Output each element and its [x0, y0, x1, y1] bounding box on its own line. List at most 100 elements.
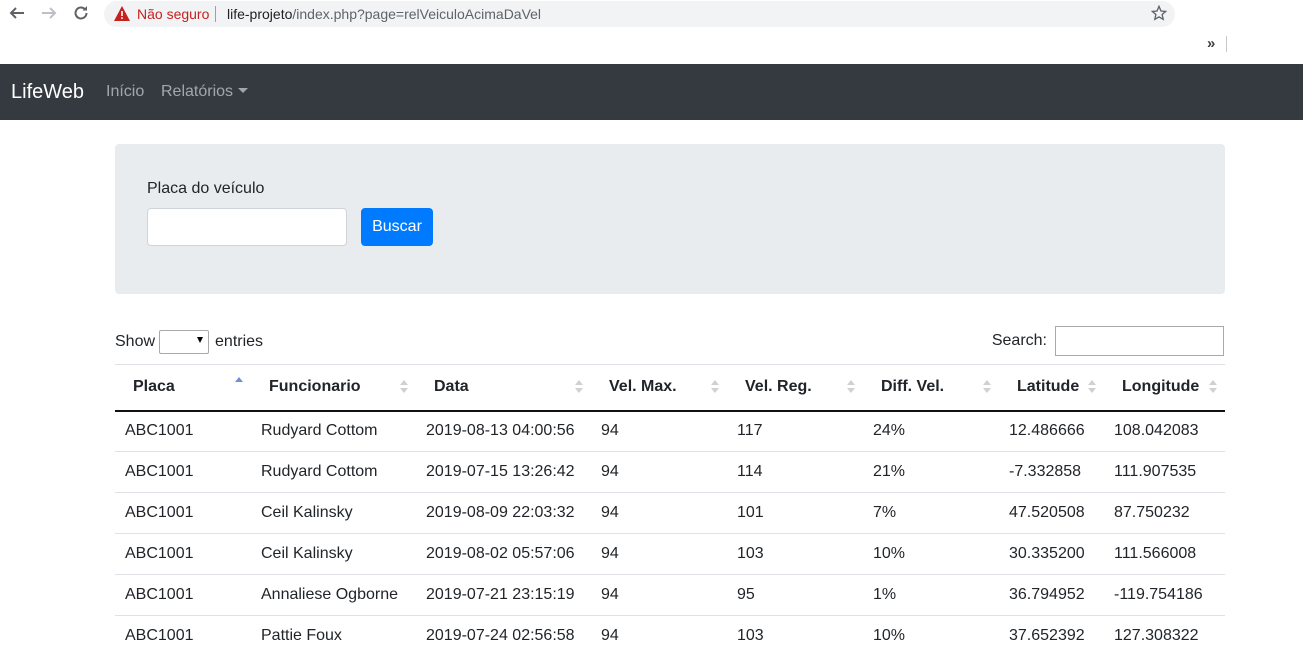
column-header-vel-max[interactable]: Vel. Max. [591, 364, 727, 412]
cell-data: 2019-08-02 05:57:06 [416, 533, 591, 575]
cell-longitude: 87.750232 [1104, 492, 1225, 534]
column-header-diff-vel[interactable]: Diff. Vel. [863, 364, 999, 412]
toolbar-divider [1226, 36, 1227, 52]
warning-icon [114, 6, 130, 26]
cell-latitude: 36.794952 [999, 574, 1104, 616]
cell-vel-max: 94 [591, 492, 727, 534]
cell-funcionario: Ceil Kalinsky [251, 492, 416, 534]
entries-label: entries [215, 333, 264, 350]
plate-label: Placa do veículo [147, 180, 265, 197]
cell-funcionario: Ceil Kalinsky [251, 533, 416, 575]
url-host: life-projeto [227, 6, 293, 22]
plate-input[interactable] [147, 208, 347, 246]
cell-vel-reg: 101 [727, 492, 863, 534]
cell-vel-reg: 117 [727, 410, 863, 452]
cell-latitude: -7.332858 [999, 451, 1104, 493]
cell-diff-vel: 10% [863, 533, 999, 575]
cell-placa: ABC1001 [115, 615, 251, 657]
sort-icon [1209, 380, 1217, 396]
sort-icon [575, 380, 583, 396]
cell-data: 2019-07-24 02:56:58 [416, 615, 591, 657]
cell-diff-vel: 10% [863, 615, 999, 657]
bookmark-star-icon[interactable] [1150, 4, 1168, 26]
cell-vel-max: 94 [591, 615, 727, 657]
table-row: ABC1001 Ceil Kalinsky 2019-08-02 05:57:0… [115, 533, 1225, 575]
browser-chrome: Não seguro life-projeto/index.php?page=r… [0, 0, 1303, 64]
cell-data: 2019-07-15 13:26:42 [416, 451, 591, 493]
insecure-label[interactable]: Não seguro [137, 6, 209, 22]
address-bar[interactable]: Não seguro life-projeto/index.php?page=r… [104, 1, 1175, 27]
sort-icon [983, 380, 991, 396]
table-row: ABC1001 Ceil Kalinsky 2019-08-09 22:03:3… [115, 492, 1225, 534]
back-arrow-icon[interactable] [7, 3, 27, 23]
results-table: Placa Funcionario Data Vel. Max. Vel. Re… [115, 364, 1225, 657]
cell-diff-vel: 7% [863, 492, 999, 534]
cell-vel-reg: 103 [727, 533, 863, 575]
nav-dropdown-label: Relatórios [161, 83, 234, 100]
column-header-funcionario[interactable]: Funcionario [251, 364, 416, 412]
sort-icon [847, 380, 855, 396]
cell-latitude: 12.486666 [999, 410, 1104, 452]
caret-down-icon [238, 88, 249, 93]
cell-vel-max: 94 [591, 533, 727, 575]
nav-dropdown-relatorios[interactable]: Relatórios [161, 83, 249, 101]
sort-icon [400, 380, 408, 396]
cell-placa: ABC1001 [115, 533, 251, 575]
cell-diff-vel: 1% [863, 574, 999, 616]
column-header-label: Placa [133, 378, 175, 396]
url-path: /index.php?page=relVeiculoAcimaDaVel [292, 6, 542, 22]
table-search-input[interactable] [1055, 326, 1224, 356]
cell-latitude: 47.520508 [999, 492, 1104, 534]
entries-length-control: Show entries [115, 330, 263, 354]
table-row: ABC1001 Pattie Foux 2019-07-24 02:56:58 … [115, 615, 1225, 657]
cell-vel-max: 94 [591, 410, 727, 452]
column-header-longitude[interactable]: Longitude [1104, 364, 1225, 412]
cell-vel-max: 94 [591, 574, 727, 616]
column-header-latitude[interactable]: Latitude [999, 364, 1104, 412]
cell-funcionario: Pattie Foux [251, 615, 416, 657]
cell-data: 2019-08-09 22:03:32 [416, 492, 591, 534]
cell-vel-reg: 114 [727, 451, 863, 493]
cell-data: 2019-08-13 04:00:56 [416, 410, 591, 452]
column-header-data[interactable]: Data [416, 364, 591, 412]
cell-longitude: 111.566008 [1104, 533, 1225, 575]
cell-funcionario: Rudyard Cottom [251, 410, 416, 452]
column-header-vel-reg[interactable]: Vel. Reg. [727, 364, 863, 412]
entries-select[interactable] [159, 330, 210, 354]
sort-icon [711, 380, 719, 396]
cell-longitude: 108.042083 [1104, 410, 1225, 452]
url-text[interactable]: life-projeto/index.php?page=relVeiculoAc… [227, 6, 541, 22]
column-header-placa[interactable]: Placa [115, 364, 251, 412]
table-row: ABC1001 Rudyard Cottom 2019-08-13 04:00:… [115, 410, 1225, 452]
search-button[interactable]: Buscar [361, 208, 433, 246]
cell-data: 2019-07-21 23:15:19 [416, 574, 591, 616]
table-row: ABC1001 Annaliese Ogborne 2019-07-21 23:… [115, 574, 1225, 616]
cell-placa: ABC1001 [115, 574, 251, 616]
column-header-label: Longitude [1122, 378, 1200, 396]
cell-placa: ABC1001 [115, 492, 251, 534]
reload-icon[interactable] [71, 3, 91, 23]
extensions-overflow-icon[interactable]: » [1207, 35, 1215, 52]
column-header-label: Data [434, 378, 469, 396]
column-header-label: Vel. Reg. [745, 378, 812, 396]
nav-link-inicio[interactable]: Início [106, 83, 144, 101]
sort-ascending-icon [235, 377, 243, 393]
navbar-brand[interactable]: LifeWeb [11, 81, 84, 104]
cell-vel-max: 94 [591, 451, 727, 493]
column-header-label: Funcionario [269, 378, 361, 396]
search-panel: Placa do veículo Buscar [115, 144, 1225, 294]
cell-funcionario: Rudyard Cottom [251, 451, 416, 493]
cell-latitude: 30.335200 [999, 533, 1104, 575]
navbar: LifeWeb Início Relatórios [0, 64, 1303, 120]
cell-longitude: 127.308322 [1104, 615, 1225, 657]
table-search-control: Search: [992, 326, 1224, 356]
cell-diff-vel: 24% [863, 410, 999, 452]
cell-diff-vel: 21% [863, 451, 999, 493]
cell-placa: ABC1001 [115, 410, 251, 452]
dropdown-arrow-icon [197, 337, 204, 343]
forward-arrow-icon[interactable] [39, 3, 59, 23]
table-row: ABC1001 Rudyard Cottom 2019-07-15 13:26:… [115, 451, 1225, 493]
search-label: Search: [991, 332, 1047, 349]
cell-vel-reg: 95 [727, 574, 863, 616]
column-header-label: Vel. Max. [609, 378, 677, 396]
